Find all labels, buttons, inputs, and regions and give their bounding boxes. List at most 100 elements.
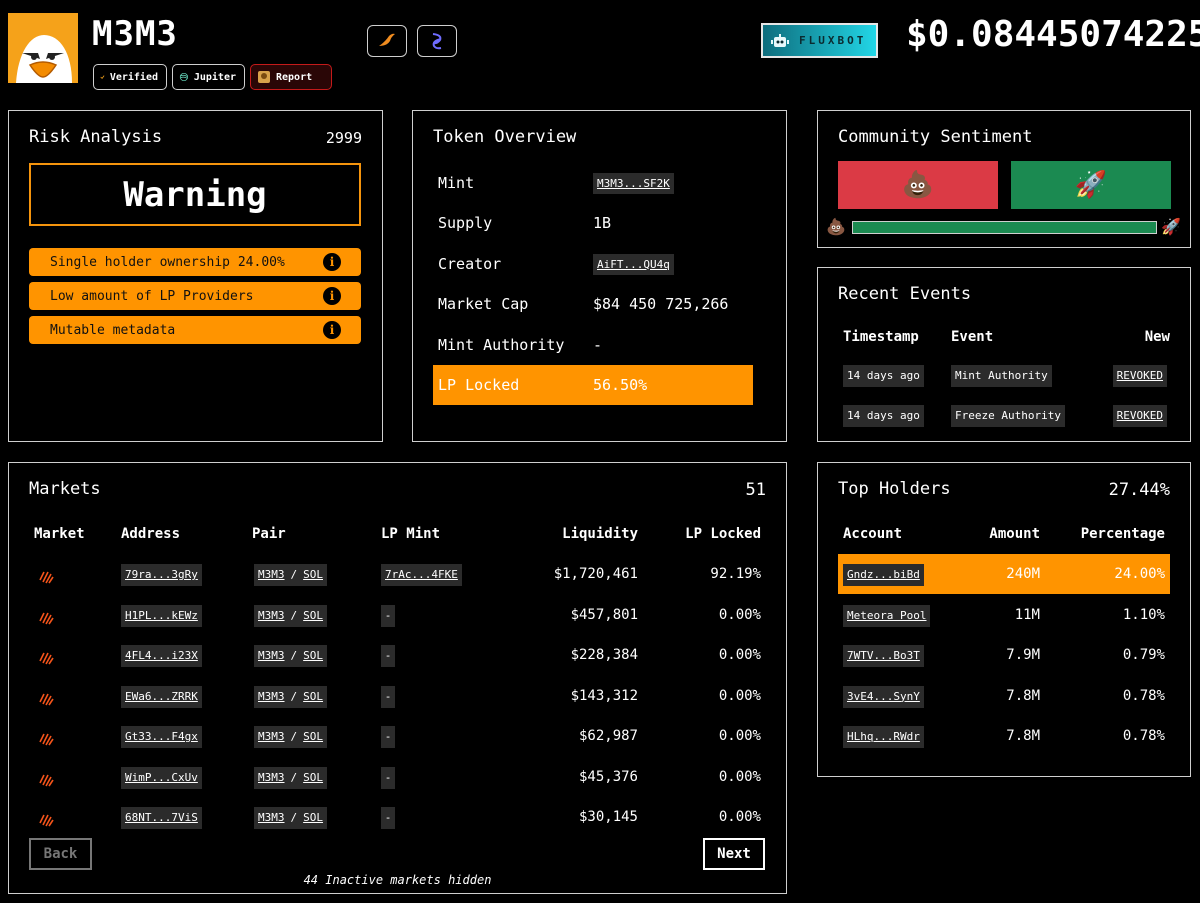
market-address-link[interactable]: WimP...CxUv bbox=[121, 766, 202, 789]
lp-mint-link[interactable]: 7rAc...4FKE bbox=[381, 564, 462, 586]
meteora-market-icon[interactable] bbox=[38, 568, 54, 584]
events-header-event: Event bbox=[951, 329, 994, 345]
overview-label: Supply bbox=[438, 214, 493, 232]
report-button[interactable]: Report bbox=[250, 64, 332, 90]
info-icon[interactable]: i bbox=[323, 253, 341, 271]
birdeye-link-button[interactable] bbox=[367, 25, 407, 57]
market-address-link[interactable]: Gt33...F4gx bbox=[121, 726, 202, 748]
fluxbot-label: FLUXBOT bbox=[799, 34, 867, 47]
pair-separator: / bbox=[290, 770, 298, 784]
market-pair[interactable]: M3M3 / SOL bbox=[254, 726, 327, 748]
market-address-link[interactable]: EWa6...ZRRK bbox=[121, 685, 202, 708]
market-pair[interactable]: M3M3 / SOL bbox=[254, 604, 327, 627]
pair-quote: SOL bbox=[303, 811, 323, 824]
meteora-market-icon[interactable] bbox=[38, 609, 54, 625]
top-holders-title: Top Holders bbox=[838, 479, 951, 499]
risk-analysis-title: Risk Analysis bbox=[29, 127, 163, 147]
pair-quote: SOL bbox=[303, 689, 323, 703]
overview-row-market-cap: Market Cap $84 450 725,266 bbox=[433, 284, 753, 324]
info-icon[interactable]: i bbox=[323, 287, 341, 305]
market-lp-locked: 0.00% bbox=[718, 809, 761, 825]
pair-quote: SOL bbox=[303, 568, 323, 581]
market-liquidity: $143,312 bbox=[570, 687, 638, 704]
market-address-link[interactable]: 68NT...7ViS bbox=[121, 807, 202, 829]
mint-address-link[interactable]: M3M3...SF2K bbox=[593, 172, 674, 194]
holder-account-link[interactable]: Gndz...biBd bbox=[843, 564, 924, 586]
meteora-market-icon[interactable] bbox=[38, 730, 54, 746]
holder-amount: 11M bbox=[1014, 606, 1040, 623]
overview-row-creator: Creator AiFT...QU4q bbox=[433, 244, 753, 284]
pair-separator: / bbox=[290, 649, 298, 662]
holder-account-link[interactable]: Meteora Pool bbox=[843, 604, 931, 627]
report-label: Report bbox=[276, 71, 313, 83]
overview-row-mint-authority: Mint Authority - bbox=[433, 325, 753, 365]
lp-mint-value: - bbox=[381, 685, 395, 708]
recent-events-title: Recent Events bbox=[838, 284, 972, 304]
token-overview-panel: Token Overview Mint M3M3...SF2K Supply 1… bbox=[412, 110, 787, 442]
event-new-status[interactable]: REVOKED bbox=[1112, 365, 1167, 387]
risk-item: Single holder ownership 24.00% i bbox=[29, 248, 361, 276]
event-new-status[interactable]: REVOKED bbox=[1112, 405, 1167, 427]
risk-score: 2999 bbox=[325, 129, 362, 147]
token-overview-title: Token Overview bbox=[433, 127, 577, 147]
markets-header-liquidity: Liquidity bbox=[562, 526, 638, 542]
holders-header-amount: Amount bbox=[989, 526, 1040, 542]
lp-mint-value: - bbox=[381, 645, 395, 667]
swap-link-button[interactable] bbox=[417, 25, 457, 57]
overview-label: Mint Authority bbox=[438, 336, 565, 354]
market-pair[interactable]: M3M3 / SOL bbox=[254, 685, 327, 708]
market-lp-locked: 0.00% bbox=[718, 768, 761, 785]
meteora-market-icon[interactable] bbox=[38, 771, 54, 787]
risk-analysis-panel: Risk Analysis 2999 Warning Single holder… bbox=[8, 110, 383, 442]
meteora-market-icon[interactable] bbox=[38, 649, 54, 665]
pair-separator: / bbox=[290, 608, 298, 622]
overview-value: 56.50% bbox=[593, 376, 648, 394]
holder-percentage: 0.78% bbox=[1122, 728, 1165, 744]
info-icon[interactable]: i bbox=[323, 321, 341, 339]
overview-label: Creator bbox=[438, 255, 502, 273]
back-button[interactable]: Back bbox=[29, 838, 92, 870]
holder-account-link[interactable]: 7WTV...Bo3T bbox=[843, 645, 924, 667]
event-name: Mint Authority bbox=[951, 365, 1052, 387]
meteora-market-icon[interactable] bbox=[38, 811, 54, 827]
markets-title: Markets bbox=[29, 479, 101, 499]
holder-amount: 7.8M bbox=[1006, 728, 1040, 744]
holder-account-link[interactable]: HLhq...RWdr bbox=[843, 726, 924, 748]
vote-good-button[interactable]: 🚀 bbox=[1011, 161, 1171, 209]
pair-base: M3M3 bbox=[258, 568, 285, 581]
holder-account-link[interactable]: 3vE4...SynY bbox=[843, 685, 924, 708]
risk-item-label: Low amount of LP Providers bbox=[50, 288, 254, 304]
market-address-link[interactable]: 4FL4...i23X bbox=[121, 645, 202, 667]
verified-badge[interactable]: Verified bbox=[93, 64, 167, 90]
market-address-link[interactable]: H1PL...kEWz bbox=[121, 604, 202, 627]
robot-icon bbox=[771, 33, 789, 47]
market-lp-locked: 0.00% bbox=[718, 606, 761, 623]
overview-row-mint: Mint M3M3...SF2K bbox=[433, 163, 753, 203]
vote-bad-button[interactable]: 💩 bbox=[838, 161, 998, 209]
creator-address-link[interactable]: AiFT...QU4q bbox=[593, 253, 674, 275]
holder-percentage: 24.00% bbox=[1114, 566, 1165, 582]
market-pair[interactable]: M3M3 / SOL bbox=[254, 807, 327, 829]
pair-separator: / bbox=[290, 811, 298, 824]
holders-header-account: Account bbox=[843, 526, 903, 542]
market-liquidity: $30,145 bbox=[578, 809, 638, 825]
holder-amount: 240M bbox=[1006, 566, 1040, 582]
meteora-market-icon[interactable] bbox=[38, 690, 54, 706]
market-pair[interactable]: M3M3 / SOL bbox=[254, 564, 327, 586]
markets-header-market: Market bbox=[34, 526, 85, 542]
next-button[interactable]: Next bbox=[703, 838, 765, 870]
token-avatar bbox=[8, 13, 78, 83]
pair-base: M3M3 bbox=[258, 811, 285, 824]
market-liquidity: $228,384 bbox=[570, 647, 638, 663]
fluxbot-button[interactable]: FLUXBOT bbox=[761, 23, 878, 58]
jupiter-badge[interactable]: Jupiter bbox=[172, 64, 245, 90]
poop-icon: 💩 bbox=[901, 170, 935, 200]
market-address-link[interactable]: 79ra...3gRy bbox=[121, 564, 202, 586]
bird-icon bbox=[379, 33, 395, 46]
event-timestamp: 14 days ago bbox=[843, 365, 924, 387]
pair-base: M3M3 bbox=[258, 689, 285, 703]
rocket-icon: 🚀 bbox=[1074, 170, 1108, 200]
market-pair[interactable]: M3M3 / SOL bbox=[254, 766, 327, 789]
lp-mint-value: - bbox=[381, 726, 395, 748]
market-pair[interactable]: M3M3 / SOL bbox=[254, 645, 327, 667]
